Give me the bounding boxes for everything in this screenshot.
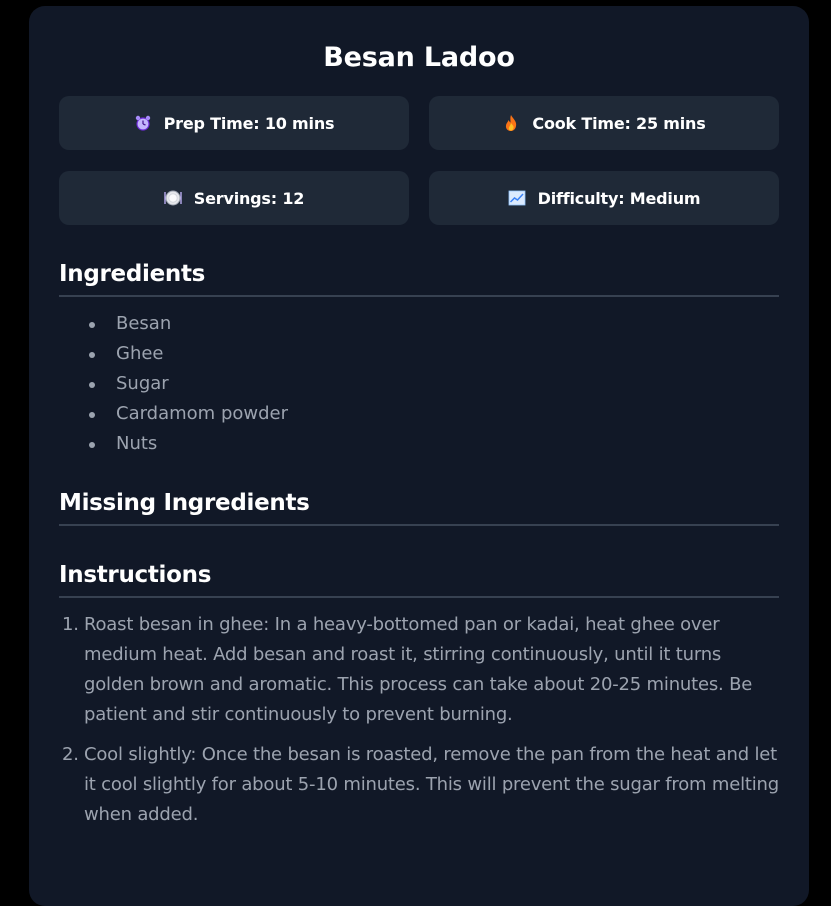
recipe-title: Besan Ladoo xyxy=(323,42,515,73)
alarm-clock-icon xyxy=(134,114,152,132)
ingredient-item: Nuts xyxy=(89,429,779,459)
instruction-step: 2. Cool slightly: Once the besan is roas… xyxy=(62,740,779,830)
ingredients-heading: Ingredients xyxy=(59,258,779,297)
recipe-card: Besan Ladoo Prep Time: 10 mins Cook Time… xyxy=(29,6,809,906)
servings-label: Servings: 12 xyxy=(193,188,305,208)
step-number: 1. xyxy=(62,614,79,635)
step-text: Cool slightly: Once the besan is roasted… xyxy=(84,744,779,825)
ingredient-item: Besan xyxy=(89,309,779,339)
instruction-step: 1. Roast besan in ghee: In a heavy-botto… xyxy=(62,610,779,730)
chart-increasing-icon xyxy=(508,189,526,207)
difficulty-label: Difficulty: Medium xyxy=(537,188,701,208)
plate-icon xyxy=(164,189,182,207)
ingredient-item: Ghee xyxy=(89,339,779,369)
instructions-list: 1. Roast besan in ghee: In a heavy-botto… xyxy=(59,610,779,830)
fire-icon xyxy=(502,114,520,132)
cook-time-stat: Cook Time: 25 mins xyxy=(429,96,779,150)
ingredients-list: Besan Ghee Sugar Cardamom powder Nuts xyxy=(59,309,779,459)
cook-time-label: Cook Time: 25 mins xyxy=(532,113,706,133)
servings-stat: Servings: 12 xyxy=(59,171,409,225)
instructions-heading: Instructions xyxy=(59,559,779,598)
step-number: 2. xyxy=(62,744,79,765)
ingredient-item: Cardamom powder xyxy=(89,399,779,429)
step-text: Roast besan in ghee: In a heavy-bottomed… xyxy=(84,614,753,725)
ingredient-item: Sugar xyxy=(89,369,779,399)
prep-time-stat: Prep Time: 10 mins xyxy=(59,96,409,150)
difficulty-stat: Difficulty: Medium xyxy=(429,171,779,225)
missing-ingredients-heading: Missing Ingredients xyxy=(59,487,779,526)
recipe-stats: Prep Time: 10 mins Cook Time: 25 mins Se… xyxy=(59,96,779,225)
prep-time-label: Prep Time: 10 mins xyxy=(163,113,335,133)
